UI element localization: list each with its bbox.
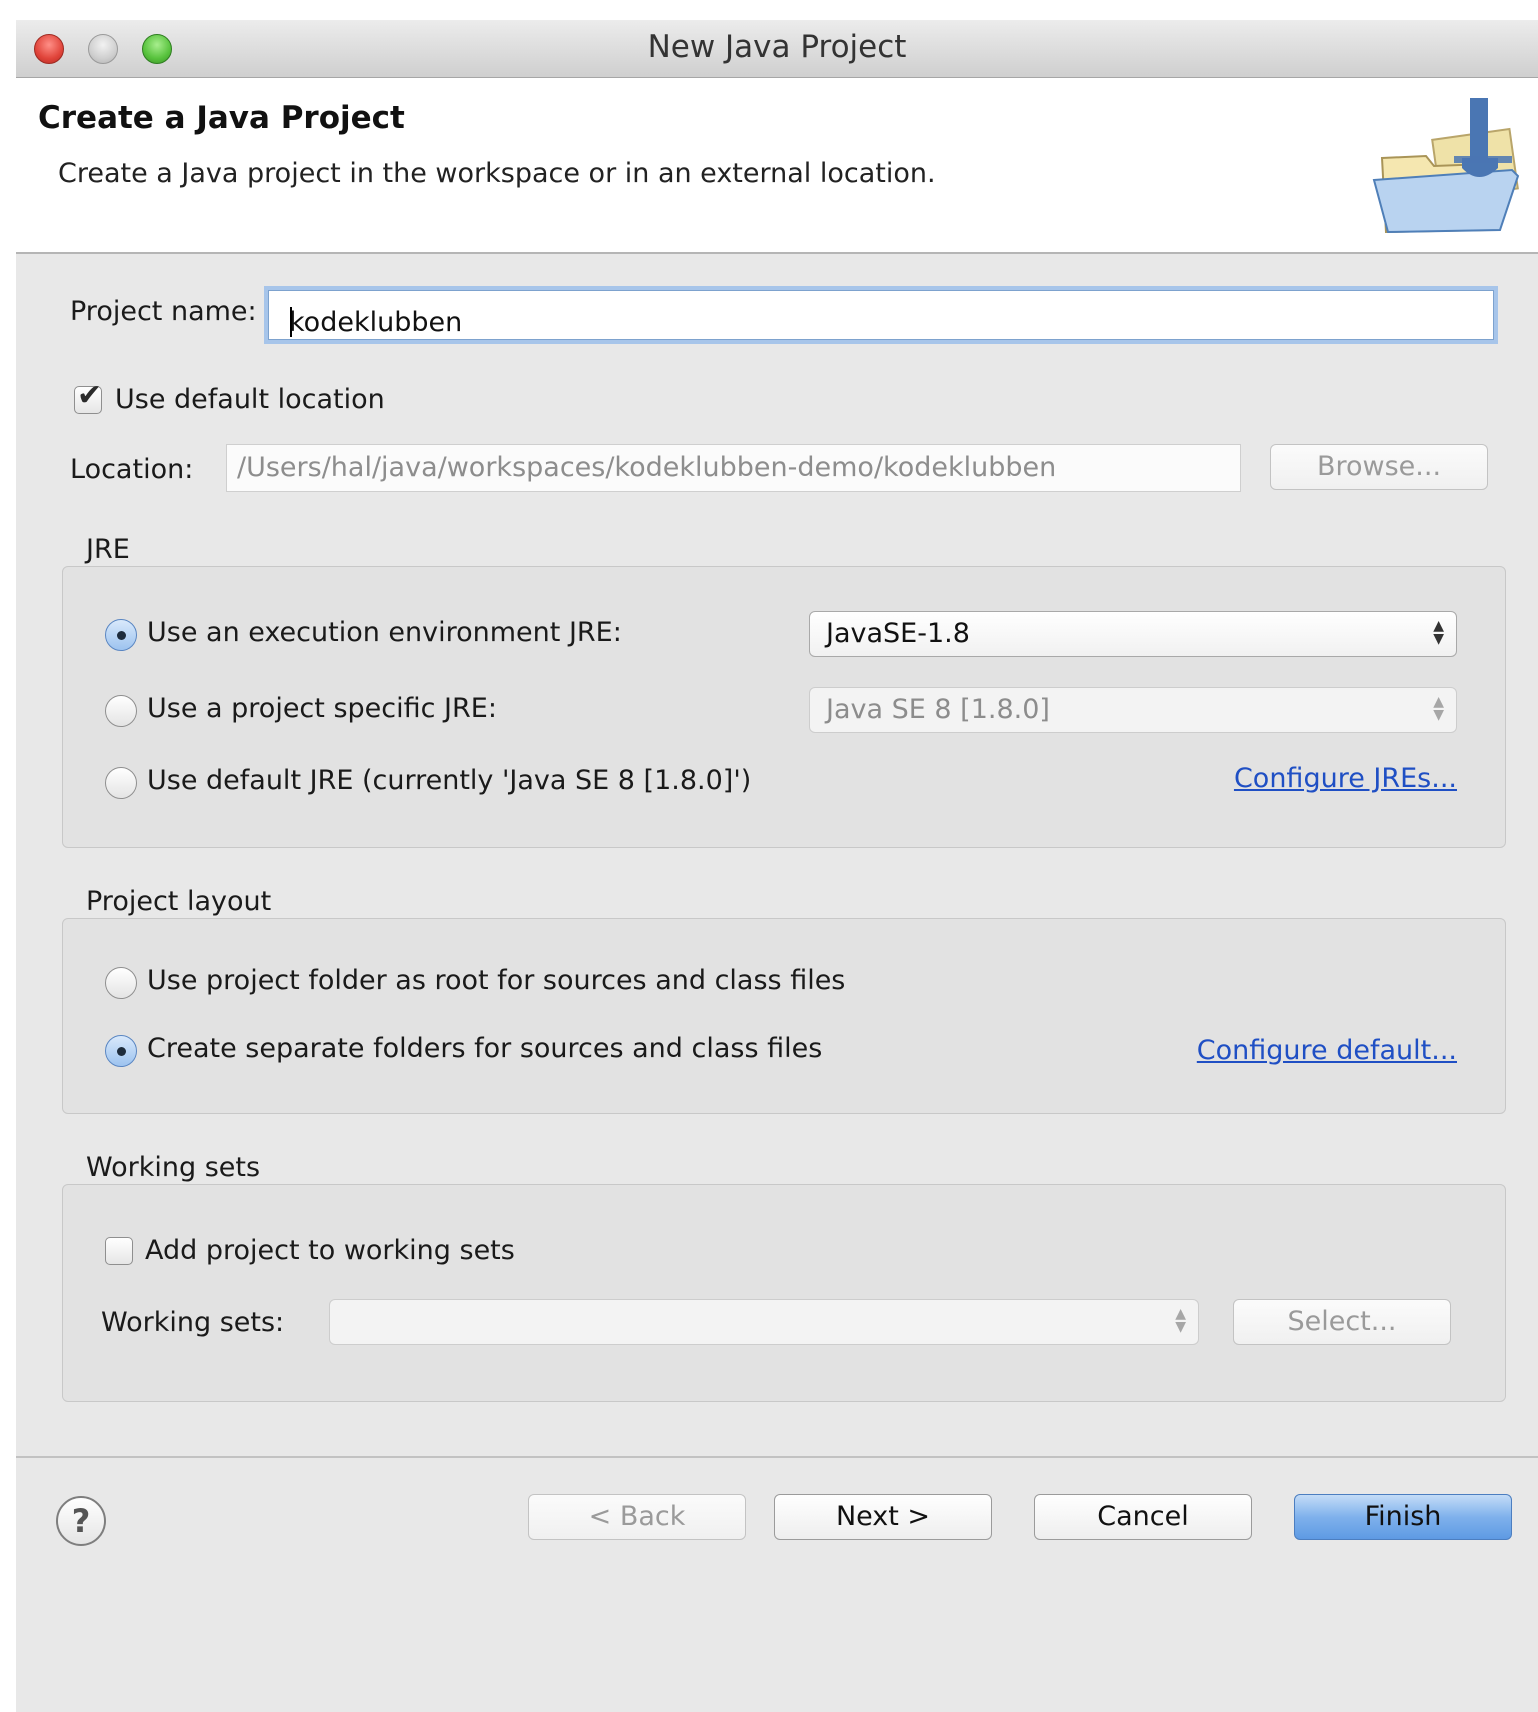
working-sets-label: Working sets: <box>101 1307 285 1338</box>
exec-env-jre-radio[interactable] <box>105 619 137 651</box>
location-value: /Users/hal/java/workspaces/kodeklubben-d… <box>237 452 1057 483</box>
project-name-label: Project name: <box>70 296 257 327</box>
default-jre-label: Use default JRE (currently 'Java SE 8 [1… <box>147 765 752 796</box>
jre-group-label: JRE <box>86 534 130 565</box>
use-default-location-checkbox[interactable]: ✔ <box>74 381 102 414</box>
separate-folders-radio[interactable] <box>105 1035 137 1067</box>
checkmark-icon: ✔ <box>77 378 103 413</box>
exec-env-jre-label: Use an execution environment JRE: <box>147 617 622 648</box>
project-name-input[interactable]: kodeklubben <box>268 290 1494 340</box>
text-caret <box>290 307 292 337</box>
project-specific-jre-label: Use a project specific JRE: <box>147 693 497 724</box>
page-title: Create a Java Project <box>38 100 405 136</box>
project-root-radio[interactable] <box>105 967 137 999</box>
back-button[interactable]: < Back <box>528 1494 746 1540</box>
configure-default-link[interactable]: Configure default... <box>1197 1035 1457 1066</box>
finish-button[interactable]: Finish <box>1294 1494 1512 1540</box>
project-layout-group: Use project folder as root for sources a… <box>62 918 1506 1114</box>
jre-group: Use an execution environment JRE: JavaSE… <box>62 566 1506 848</box>
window-title: New Java Project <box>647 29 907 65</box>
location-input: /Users/hal/java/workspaces/kodeklubben-d… <box>226 444 1241 492</box>
add-to-working-sets-checkbox[interactable] <box>105 1237 133 1265</box>
next-button[interactable]: Next > <box>774 1494 992 1540</box>
project-specific-jre-radio[interactable] <box>105 695 137 727</box>
new-java-project-dialog: New Java Project Create a Java Project C… <box>16 20 1538 1712</box>
select-working-sets-button[interactable]: Select... <box>1233 1299 1451 1345</box>
title-bar: New Java Project <box>16 20 1538 78</box>
working-sets-group: Add project to working sets Working sets… <box>62 1184 1506 1402</box>
select-arrows-icon: ▲ ▼ <box>1433 618 1444 647</box>
browse-button[interactable]: Browse... <box>1270 444 1488 490</box>
location-label: Location: <box>70 454 194 485</box>
java-project-folder-icon <box>1372 98 1520 234</box>
configure-jres-link[interactable]: Configure JREs... <box>1234 763 1457 794</box>
project-specific-jre-select: Java SE 8 [1.8.0] ▲ ▼ <box>809 687 1457 733</box>
help-icon[interactable]: ? <box>56 1496 106 1546</box>
default-jre-radio[interactable] <box>105 767 137 799</box>
use-default-location-label: Use default location <box>115 384 385 415</box>
wizard-header: Create a Java Project Create a Java proj… <box>16 78 1538 254</box>
exec-env-select[interactable]: JavaSE-1.8 ▲ ▼ <box>809 611 1457 657</box>
exec-env-value: JavaSE-1.8 <box>826 618 970 649</box>
working-sets-select: ▲ ▼ <box>329 1299 1199 1345</box>
select-arrows-icon: ▲ ▼ <box>1433 694 1444 723</box>
page-description: Create a Java project in the workspace o… <box>58 158 936 189</box>
separate-folders-label: Create separate folders for sources and … <box>147 1033 823 1064</box>
project-layout-group-label: Project layout <box>86 886 272 917</box>
project-root-label: Use project folder as root for sources a… <box>147 965 846 996</box>
select-arrows-icon: ▲ ▼ <box>1175 1306 1186 1335</box>
footer-separator <box>16 1456 1538 1458</box>
project-name-value: kodeklubben <box>289 307 463 338</box>
cancel-button[interactable]: Cancel <box>1034 1494 1252 1540</box>
add-to-working-sets-label: Add project to working sets <box>145 1235 515 1266</box>
working-sets-group-label: Working sets <box>86 1152 261 1183</box>
project-specific-jre-value: Java SE 8 [1.8.0] <box>826 694 1050 725</box>
